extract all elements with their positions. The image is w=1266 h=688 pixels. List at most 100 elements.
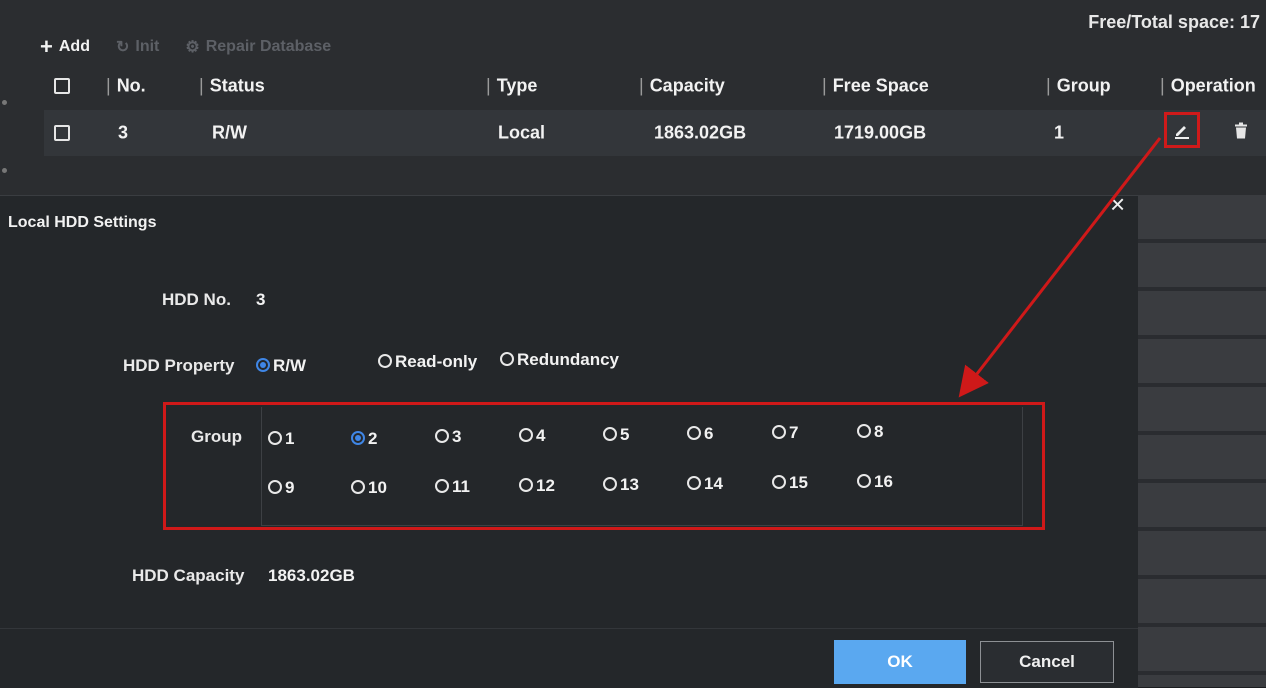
group-option-label: 11 xyxy=(452,477,470,496)
repair-label: Repair Database xyxy=(205,38,332,55)
col-group: Group xyxy=(1046,76,1111,97)
row-group: 1 xyxy=(1054,122,1065,143)
group-options-panel xyxy=(261,407,1023,526)
group-option-label: 14 xyxy=(704,474,723,493)
radio-icon xyxy=(500,352,514,366)
init-label: Init xyxy=(135,38,160,55)
radio-icon xyxy=(378,354,392,368)
group-option-label: 16 xyxy=(874,472,893,491)
group-radio-10[interactable]: 10 xyxy=(351,478,387,498)
property-rw-label: R/W xyxy=(273,356,307,375)
group-radio-1[interactable]: 1 xyxy=(268,429,294,449)
group-radio-15[interactable]: 15 xyxy=(772,473,808,493)
hdd-no-label: HDD No. xyxy=(162,290,231,309)
radio-icon xyxy=(772,425,786,439)
cancel-button[interactable]: Cancel xyxy=(980,641,1114,683)
property-readonly-radio[interactable]: Read-only xyxy=(378,352,477,372)
group-option-label: 9 xyxy=(285,478,295,497)
group-radio-3[interactable]: 3 xyxy=(435,427,461,447)
row-type: Local xyxy=(498,122,546,143)
group-radio-9[interactable]: 9 xyxy=(268,478,294,498)
group-radio-5[interactable]: 5 xyxy=(603,425,629,445)
radio-icon xyxy=(435,479,449,493)
radio-selected-icon xyxy=(256,358,270,372)
col-no: No. xyxy=(106,76,146,97)
background-list-strip xyxy=(1138,195,1266,687)
hdd-capacity-value: 1863.02GB xyxy=(268,566,355,585)
group-radio-14[interactable]: 14 xyxy=(687,474,723,494)
hdd-property-label: HDD Property xyxy=(123,356,235,375)
trash-icon[interactable] xyxy=(1234,122,1248,144)
group-option-label: 3 xyxy=(452,427,462,446)
group-radio-2[interactable]: 2 xyxy=(351,429,377,449)
radio-icon xyxy=(687,426,701,440)
group-label: Group xyxy=(191,427,242,446)
toolbar: + Add ↻ Init ⚙ Repair Database xyxy=(40,36,331,58)
radio-icon xyxy=(435,429,449,443)
group-radio-11[interactable]: 11 xyxy=(435,477,470,497)
group-radio-13[interactable]: 13 xyxy=(603,475,639,495)
hdd-list-panel: Free/Total space: 17 + Add ↻ Init ⚙ Repa… xyxy=(0,0,1266,195)
select-all-checkbox[interactable] xyxy=(54,78,70,94)
row-checkbox[interactable] xyxy=(54,125,70,141)
group-option-label: 15 xyxy=(789,473,808,492)
property-rw-radio[interactable]: R/W xyxy=(256,356,306,376)
row-no: 3 xyxy=(118,122,129,143)
row-status: R/W xyxy=(212,122,247,143)
group-option-label: 10 xyxy=(368,478,387,497)
radio-icon xyxy=(857,474,871,488)
col-operation: Operation xyxy=(1160,76,1256,97)
group-option-label: 13 xyxy=(620,475,639,494)
radio-icon xyxy=(857,424,871,438)
radio-icon xyxy=(603,477,617,491)
group-option-label: 7 xyxy=(789,423,799,442)
refresh-icon: ↻ xyxy=(115,39,130,56)
group-option-label: 4 xyxy=(536,426,546,445)
group-radio-6[interactable]: 6 xyxy=(687,424,713,444)
group-option-label: 12 xyxy=(536,476,555,495)
dialog-footer-divider xyxy=(0,628,1138,629)
group-option-label: 8 xyxy=(874,422,884,441)
radio-selected-icon xyxy=(351,431,365,445)
col-capacity: Capacity xyxy=(639,76,725,97)
property-redundancy-radio[interactable]: Redundancy xyxy=(500,350,619,370)
local-hdd-settings-dialog: Local HDD Settings × HDD No. 3 HDD Prope… xyxy=(0,189,1138,688)
group-option-label: 6 xyxy=(704,424,714,443)
col-free-space: Free Space xyxy=(822,76,929,97)
property-readonly-label: Read-only xyxy=(395,352,478,371)
col-type: Type xyxy=(486,76,538,97)
group-radio-4[interactable]: 4 xyxy=(519,426,545,446)
add-label: Add xyxy=(58,38,90,55)
free-total-space: Free/Total space: 17 xyxy=(1088,12,1260,32)
table-row[interactable]: 3 R/W Local 1863.02GB 1719.00GB 1 xyxy=(44,110,1266,156)
radio-icon xyxy=(772,475,786,489)
close-icon[interactable]: × xyxy=(1110,189,1125,220)
add-button[interactable]: + Add xyxy=(40,36,90,58)
group-highlight-box: Group 1 2 3 4 5 6 7 8 9 10 11 12 13 14 1… xyxy=(163,402,1045,530)
radio-icon xyxy=(351,480,365,494)
col-status: Status xyxy=(199,76,265,97)
radio-icon xyxy=(687,476,701,490)
row-capacity: 1863.02GB xyxy=(654,122,747,143)
pencil-icon xyxy=(1175,126,1189,139)
property-redundancy-label: Redundancy xyxy=(517,350,620,369)
gear-icon: ⚙ xyxy=(185,39,200,56)
group-option-label: 2 xyxy=(368,429,378,448)
repair-database-button[interactable]: ⚙ Repair Database xyxy=(185,37,331,57)
ok-button[interactable]: OK xyxy=(834,640,966,684)
group-radio-7[interactable]: 7 xyxy=(772,423,798,443)
plus-icon: + xyxy=(40,34,53,59)
group-radio-8[interactable]: 8 xyxy=(857,422,883,442)
radio-icon xyxy=(519,428,533,442)
group-option-label: 5 xyxy=(620,425,630,444)
radio-icon xyxy=(268,431,282,445)
dialog-title: Local HDD Settings xyxy=(8,214,157,231)
radio-icon xyxy=(519,478,533,492)
row-free-space: 1719.00GB xyxy=(834,122,927,143)
hdd-capacity-label: HDD Capacity xyxy=(132,566,245,585)
group-radio-16[interactable]: 16 xyxy=(857,472,893,492)
edit-button[interactable] xyxy=(1164,112,1200,148)
init-button[interactable]: ↻ Init xyxy=(116,37,159,57)
hdd-table: No. Status Type Capacity Free Space Grou… xyxy=(44,62,1266,156)
group-radio-12[interactable]: 12 xyxy=(519,476,555,496)
